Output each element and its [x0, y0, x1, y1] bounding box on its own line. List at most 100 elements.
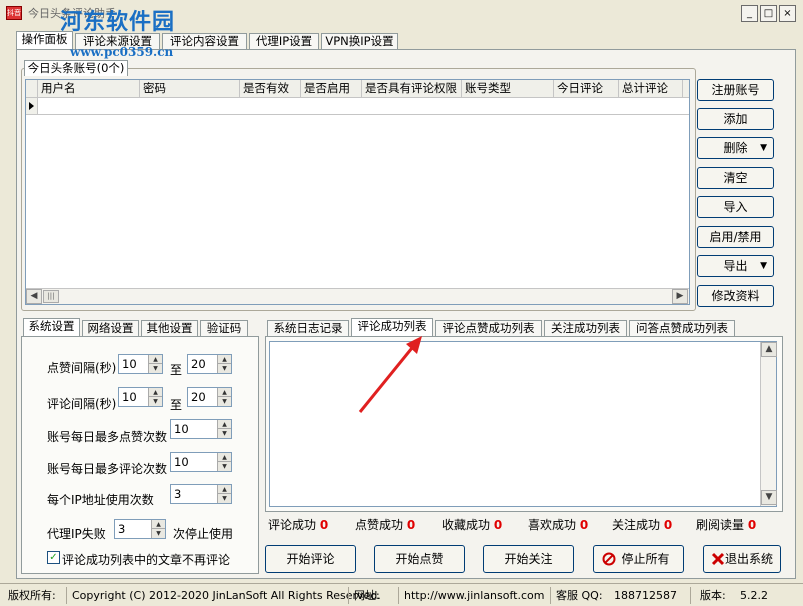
stat-value: 0 [579, 518, 589, 532]
toggle-accounts-button[interactable]: 启用/禁用 [697, 226, 774, 248]
spin-up-icon[interactable]: ▲ [152, 520, 165, 529]
tab-vpn-ip[interactable]: VPN换IP设置 [321, 33, 398, 49]
spin-arrows[interactable]: ▲ ▼ [217, 420, 231, 438]
tab-comment-content[interactable]: 评论内容设置 [162, 33, 247, 49]
daily-comment-input[interactable]: 10 ▲ ▼ [170, 452, 232, 472]
spin-down-icon[interactable]: ▼ [152, 529, 165, 538]
tab-system-log[interactable]: 系统日志记录 [267, 320, 349, 336]
status-bar: 版权所有: Copyright (C) 2012-2020 JinLanSoft… [0, 583, 803, 606]
skip-commented-label[interactable]: 评论成功列表中的文章不再评论 [62, 551, 230, 568]
maximize-button[interactable]: □ [760, 5, 777, 22]
spin-arrows[interactable]: ▲ ▼ [148, 355, 162, 373]
scroll-thumb[interactable]: ||| [43, 290, 59, 303]
spin-down-icon[interactable]: ▼ [149, 364, 162, 373]
app-icon: 抖音 [6, 6, 22, 20]
tab-other-settings[interactable]: 其他设置 [141, 320, 198, 336]
site-link[interactable]: http://www.jinlansoft.com [404, 587, 544, 604]
spin-down-icon[interactable]: ▼ [218, 494, 231, 503]
spin-down-icon[interactable]: ▼ [149, 397, 162, 406]
ip-use-input[interactable]: 3 ▲ ▼ [170, 484, 232, 504]
spin-value: 20 [191, 357, 206, 371]
like-interval-max-input[interactable]: 20 ▲ ▼ [187, 354, 232, 374]
spin-up-icon[interactable]: ▲ [218, 388, 231, 397]
ip-use-label: 每个IP地址使用次数 [47, 493, 154, 507]
scroll-down-icon[interactable]: ▼ [761, 490, 777, 505]
accounts-table[interactable]: 用户名 密码 是否有效 是否启用 是否具有评论权限 账号类型 今日评论 总计评论… [25, 79, 690, 305]
delete-label: 删除 [723, 141, 748, 155]
add-account-button[interactable]: 添加 [697, 108, 774, 130]
table-header: 用户名 密码 是否有效 是否启用 是否具有评论权限 账号类型 今日评论 总计评论 [26, 80, 689, 98]
tab-proxy-ip[interactable]: 代理IP设置 [249, 33, 319, 49]
to-label: 至 [170, 398, 183, 412]
version-value: 5.2.2 [740, 589, 768, 602]
edit-profile-button[interactable]: 修改资料 [697, 285, 774, 307]
vertical-scrollbar[interactable]: ▲ ▼ [760, 342, 777, 506]
spin-value: 10 [122, 357, 137, 371]
col-password[interactable]: 密码 [140, 80, 240, 98]
export-accounts-button[interactable]: 导出 ▼ [697, 255, 774, 277]
spin-value: 10 [174, 422, 189, 436]
spin-arrows[interactable]: ▲ ▼ [217, 355, 231, 373]
tab-qa-like-success[interactable]: 问答点赞成功列表 [629, 320, 735, 336]
close-button[interactable]: × [779, 5, 796, 22]
spin-up-icon[interactable]: ▲ [218, 420, 231, 429]
comment-interval-min-input[interactable]: 10 ▲ ▼ [118, 387, 163, 407]
col-total-comments[interactable]: 总计评论 [619, 80, 683, 98]
tab-like-success[interactable]: 评论点赞成功列表 [435, 320, 542, 336]
spin-arrows[interactable]: ▲ ▼ [217, 388, 231, 406]
daily-like-label: 账号每日最多点赞次数 [47, 430, 168, 444]
dropdown-arrow-icon: ▼ [760, 143, 767, 153]
clear-accounts-button[interactable]: 清空 [697, 167, 774, 189]
spin-arrows[interactable]: ▲ ▼ [151, 520, 165, 538]
scroll-right-icon[interactable]: ▶ [672, 289, 688, 304]
comment-interval-max-input[interactable]: 20 ▲ ▼ [187, 387, 232, 407]
tab-system-settings[interactable]: 系统设置 [23, 318, 80, 336]
horizontal-scrollbar[interactable]: ◀ ||| ▶ [26, 288, 689, 304]
col-comment-permission[interactable]: 是否具有评论权限 [362, 80, 462, 98]
register-account-button[interactable]: 注册账号 [697, 79, 774, 101]
skip-commented-checkbox[interactable]: ✓ [47, 551, 60, 564]
col-valid[interactable]: 是否有效 [240, 80, 301, 98]
spin-value: 3 [174, 487, 182, 501]
start-like-button[interactable]: 开始点赞 [374, 545, 465, 573]
spin-up-icon[interactable]: ▲ [149, 355, 162, 364]
spin-arrows[interactable]: ▲ ▼ [148, 388, 162, 406]
copyright-text: Copyright (C) 2012-2020 JinLanSoft All R… [72, 589, 381, 602]
minimize-button[interactable]: _ [741, 5, 758, 22]
exit-button[interactable]: 退出系统 [703, 545, 781, 573]
start-comment-button[interactable]: 开始评论 [265, 545, 356, 573]
accounts-tab[interactable]: 今日头条账号(0个) [24, 60, 128, 76]
spin-down-icon[interactable]: ▼ [218, 397, 231, 406]
spin-up-icon[interactable]: ▲ [218, 453, 231, 462]
stat-read-count: 刷阅读量 0 [696, 516, 756, 533]
scroll-up-icon[interactable]: ▲ [761, 342, 777, 357]
spin-up-icon[interactable]: ▲ [218, 355, 231, 364]
spin-down-icon[interactable]: ▼ [218, 429, 231, 438]
spin-down-icon[interactable]: ▼ [218, 462, 231, 471]
scroll-left-icon[interactable]: ◀ [26, 289, 42, 304]
spin-arrows[interactable]: ▲ ▼ [217, 453, 231, 471]
col-enabled[interactable]: 是否启用 [301, 80, 362, 98]
import-accounts-button[interactable]: 导入 [697, 196, 774, 218]
table-row[interactable] [38, 98, 689, 115]
daily-like-input[interactable]: 10 ▲ ▼ [170, 419, 232, 439]
col-username[interactable]: 用户名 [38, 80, 140, 98]
spin-arrows[interactable]: ▲ ▼ [217, 485, 231, 503]
tab-network-settings[interactable]: 网络设置 [82, 320, 139, 336]
spin-up-icon[interactable]: ▲ [218, 485, 231, 494]
stat-favorite-success: 收藏成功 0 [442, 516, 502, 533]
tab-follow-success[interactable]: 关注成功列表 [544, 320, 627, 336]
start-follow-button[interactable]: 开始关注 [483, 545, 574, 573]
stat-value: 0 [493, 518, 503, 532]
tab-operation-panel[interactable]: 操作面板 [16, 31, 73, 49]
spin-up-icon[interactable]: ▲ [149, 388, 162, 397]
stop-all-button[interactable]: 停止所有 [593, 545, 684, 573]
tab-captcha[interactable]: 验证码 [200, 320, 248, 336]
delete-account-button[interactable]: 删除 ▼ [697, 137, 774, 159]
spin-down-icon[interactable]: ▼ [218, 364, 231, 373]
like-interval-min-input[interactable]: 10 ▲ ▼ [118, 354, 163, 374]
col-account-type[interactable]: 账号类型 [462, 80, 554, 98]
col-today-comments[interactable]: 今日评论 [554, 80, 619, 98]
stat-value: 0 [319, 518, 329, 532]
proxy-fail-input[interactable]: 3 ▲ ▼ [114, 519, 166, 539]
